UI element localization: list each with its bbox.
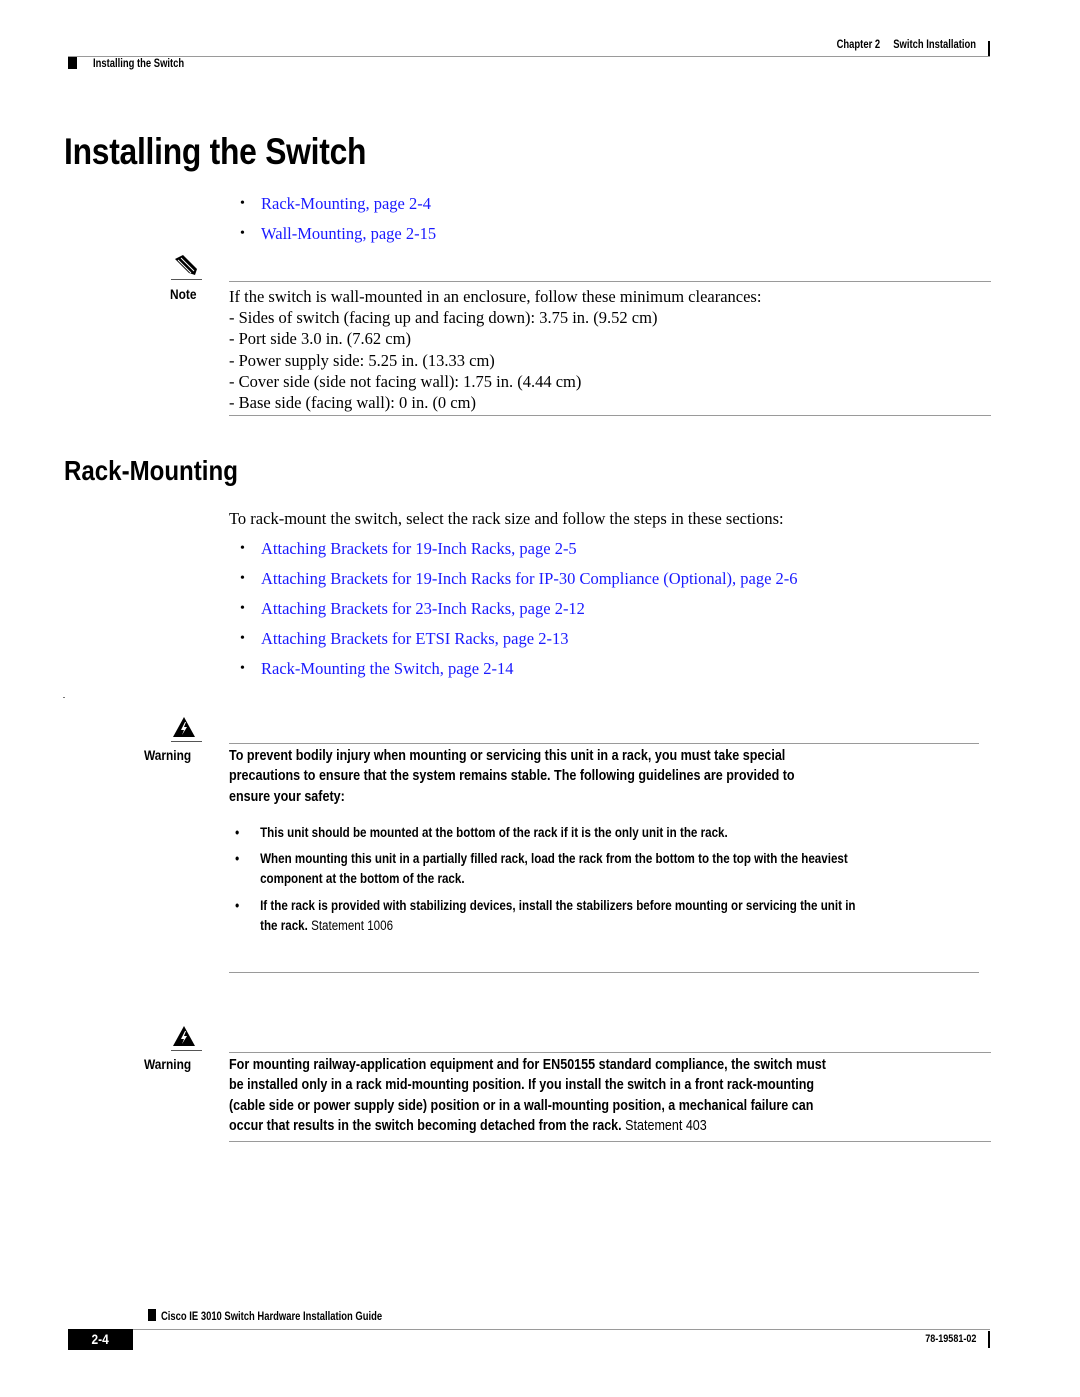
header-rule [68, 56, 990, 57]
footer-marker [148, 1309, 156, 1321]
page-title: Installing the Switch [64, 131, 367, 172]
list-item: • Rack-Mounting, page 2-4 [240, 194, 436, 224]
bullet-icon: • [235, 898, 240, 913]
warning-line: (cable side or power supply side) positi… [229, 1097, 814, 1114]
link-rack-mounting[interactable]: Rack-Mounting, page 2-4 [261, 194, 431, 213]
bullet-icon: • [240, 661, 245, 676]
warning-rule-bottom [229, 972, 979, 973]
warning-line: occur that results in the switch becomin… [229, 1117, 707, 1134]
rack-intro-text: To rack-mount the switch, select the rac… [229, 509, 784, 528]
page-number: 2-4 [68, 1329, 133, 1350]
stray-mark [63, 697, 65, 698]
warning-icon-rule [171, 1050, 202, 1051]
list-item: • Attaching Brackets for 23-Inch Racks, p… [240, 599, 798, 629]
warning-rule-top [229, 743, 979, 744]
document-number: 78-19581-02 [924, 1333, 976, 1345]
statement-number: Statement 403 [625, 1117, 707, 1134]
warning-line: For mounting railway-application equipme… [229, 1057, 826, 1073]
section-heading-rack-mounting: Rack-Mounting [64, 455, 238, 486]
warning-bullet: • If the rack is provided with stabilizi… [235, 898, 856, 933]
footer-edge-bar [988, 1331, 990, 1348]
warning-body: For mounting railway-application equipme… [229, 1055, 826, 1136]
bullet-icon: • [240, 571, 245, 586]
link-rack-mounting-switch[interactable]: Rack-Mounting the Switch, page 2-14 [261, 659, 514, 678]
footer-guide-title: Cisco IE 3010 Switch Hardware Installati… [161, 1311, 383, 1323]
header-edge-bar [988, 41, 990, 57]
bullet-icon: • [240, 196, 245, 211]
statement-number: Statement 1006 [311, 918, 394, 933]
warning-triangle-icon [172, 716, 196, 743]
note-rule-top [229, 281, 991, 282]
warning-triangle-icon [172, 1025, 196, 1052]
link-19-inch-racks[interactable]: Attaching Brackets for 19-Inch Racks, pa… [261, 539, 577, 558]
note-line: - Cover side (side not facing wall): 1.7… [229, 371, 582, 391]
link-wall-mounting[interactable]: Wall-Mounting, page 2-15 [261, 224, 436, 243]
note-label: Note [170, 286, 197, 302]
list-item: • Attaching Brackets for 19-Inch Racks fo… [240, 569, 798, 599]
intro-link-list: • Rack-Mounting, page 2-4 • Wall-Mounting,… [240, 194, 436, 254]
link-etsi-racks[interactable]: Attaching Brackets for ETSI Racks, page … [261, 629, 568, 648]
warning-label: Warning [144, 747, 192, 763]
chapter-number: Chapter 2 [836, 39, 881, 51]
rack-link-list: • Attaching Brackets for 19-Inch Racks, p… [240, 539, 798, 689]
note-line: - Power supply side: 5.25 in. (13.33 cm) [229, 350, 495, 370]
warning-rule-bottom [229, 1141, 991, 1142]
list-item: • Wall-Mounting, page 2-15 [240, 224, 436, 254]
header-section-marker [68, 57, 77, 69]
note-icon-rule [171, 279, 202, 280]
warning-line: To prevent bodily injury when mounting o… [229, 748, 786, 764]
warning-line: precautions to ensure that the system re… [229, 768, 795, 785]
note-line: If the switch is wall-mounted in an encl… [229, 287, 762, 306]
note-line: - Base side (facing wall): 0 in. (0 cm) [229, 393, 476, 413]
pencil-icon [175, 255, 199, 282]
running-header-section: Installing the Switch [93, 58, 185, 70]
bullet-icon: • [235, 851, 240, 866]
warning-line: be installed only in a rack mid-mounting… [229, 1077, 815, 1094]
note-body: If the switch is wall-mounted in an encl… [229, 286, 761, 413]
link-19-inch-ip30[interactable]: Attaching Brackets for 19-Inch Racks for… [261, 569, 798, 588]
bullet-icon: • [240, 226, 245, 241]
bullet-icon: • [235, 825, 240, 840]
running-header-chapter: Chapter 2 Switch Installation [837, 39, 976, 51]
link-23-inch-racks[interactable]: Attaching Brackets for 23-Inch Racks, pa… [261, 599, 585, 618]
footer-rule [68, 1329, 990, 1330]
bullet-icon: • [240, 631, 245, 646]
list-item: • Rack-Mounting the Switch, page 2-14 [240, 659, 798, 689]
warning-label: Warning [144, 1056, 192, 1072]
warning-bullet: • This unit should be mounted at the bot… [235, 823, 728, 843]
warning-rule-top [229, 1052, 991, 1053]
note-line: - Sides of switch (facing up and facing … [229, 308, 658, 328]
bullet-icon: • [240, 541, 245, 556]
list-item: • Attaching Brackets for 19-Inch Racks, p… [240, 539, 798, 569]
warning-body: To prevent bodily injury when mounting o… [229, 746, 795, 807]
chapter-title: Switch Installation [893, 39, 976, 51]
warning-bullet: • When mounting this unit in a partially… [235, 851, 848, 886]
note-rule-bottom [229, 415, 991, 416]
bullet-icon: • [240, 601, 245, 616]
list-item: • Attaching Brackets for ETSI Racks, page… [240, 629, 798, 659]
warning-icon-rule [171, 741, 202, 742]
note-line: - Port side 3.0 in. (7.62 cm) [229, 329, 411, 349]
warning-line: ensure your safety: [229, 788, 345, 805]
